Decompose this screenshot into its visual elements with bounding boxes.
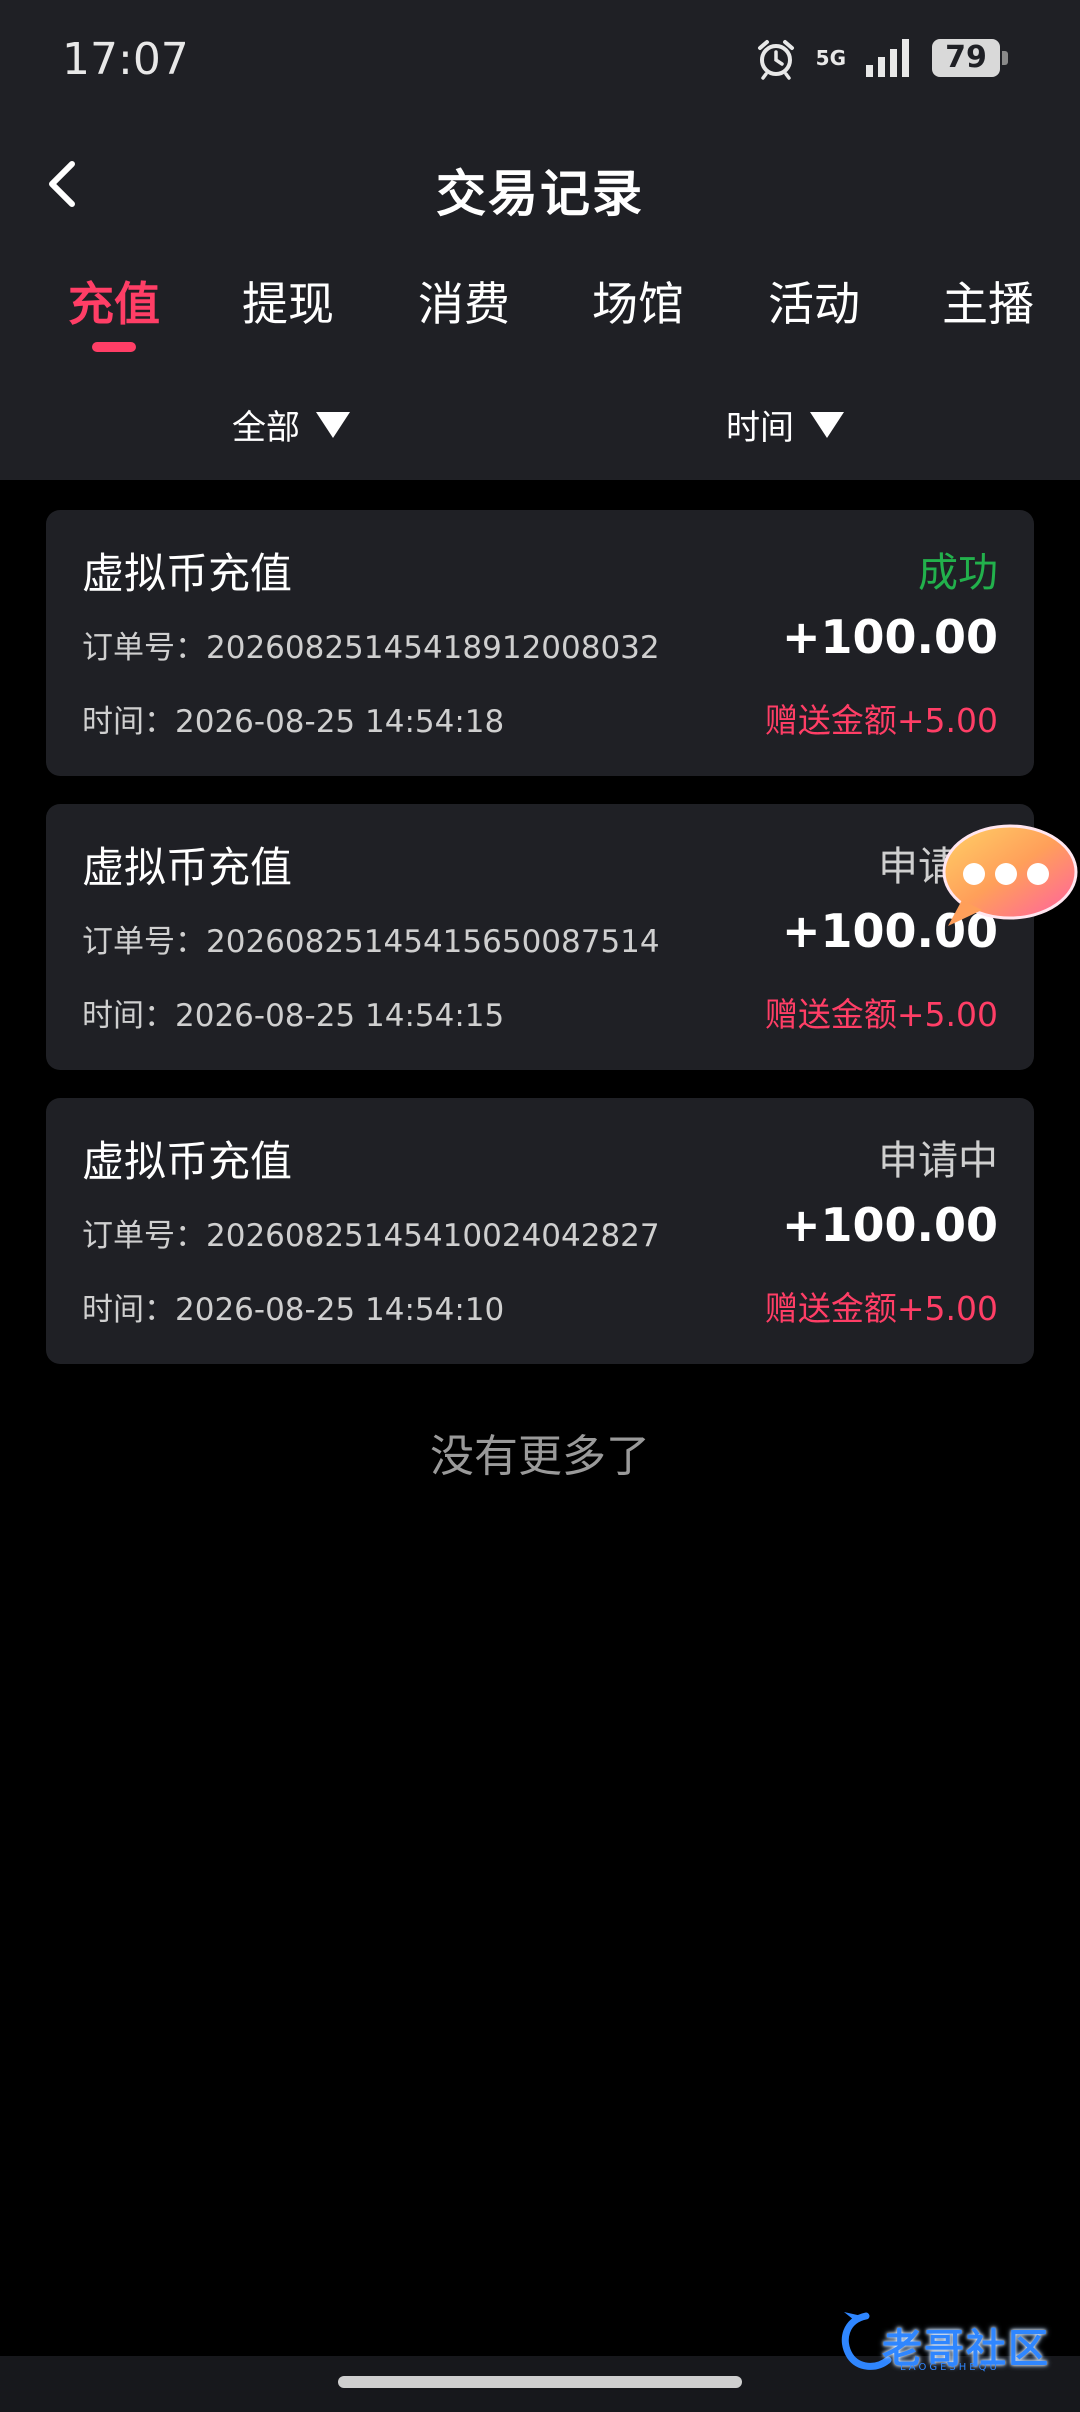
order-number: 20260825145410024042827 (206, 1218, 660, 1254)
filter-bar: 全部 时间 (0, 400, 1080, 460)
tab-recharge[interactable]: 充值 (68, 268, 160, 334)
order-number: 20260825145418912008032 (206, 630, 660, 666)
tab-consumption[interactable]: 消费 (418, 268, 510, 334)
tab-bar: 充值 提现 消费 场馆 活动 主播 (0, 268, 1080, 358)
record-card[interactable]: 虚拟币充值 成功 订单号：20260825145418912008032 +10… (46, 510, 1034, 776)
dropdown-triangle-icon (316, 411, 350, 438)
record-type: 虚拟币充值 (82, 1137, 293, 1186)
time-label: 时间： (82, 998, 175, 1034)
time-filter-label: 时间 (726, 408, 794, 448)
category-filter-label: 全部 (232, 408, 300, 448)
page-title: 交易记录 (436, 165, 644, 223)
record-order: 订单号：20260825145410024042827 (82, 1210, 660, 1255)
battery-icon: 79 (932, 39, 1008, 77)
order-label: 订单号： (82, 924, 206, 960)
record-bonus: 赠送金额+5.00 (764, 701, 998, 740)
watermark-subtext: LAOGESHEQU (900, 2362, 1000, 2373)
order-number: 20260825145415650087514 (206, 924, 660, 960)
record-time: 时间：2026-08-25 14:54:18 (82, 696, 504, 741)
record-card[interactable]: 虚拟币充值 申请中 订单号：20260825145415650087514 +1… (46, 804, 1034, 1070)
tab-withdraw[interactable]: 提现 (242, 268, 334, 334)
active-tab-indicator (92, 342, 136, 352)
tab-anchor[interactable]: 主播 (942, 268, 1034, 334)
record-bonus: 赠送金额+5.00 (764, 995, 998, 1034)
time-value: 2026-08-25 14:54:10 (175, 1292, 505, 1328)
record-type: 虚拟币充值 (82, 843, 293, 892)
record-bonus: 赠送金额+5.00 (764, 1289, 998, 1328)
signal-icon (866, 39, 909, 77)
tab-activity[interactable]: 活动 (768, 268, 860, 334)
status-bar: 17:07 5G 79 (0, 0, 1080, 124)
time-value: 2026-08-25 14:54:18 (175, 704, 505, 740)
network-type: 5G (815, 46, 846, 70)
record-status: 申请中 (878, 1138, 998, 1184)
record-order: 订单号：20260825145415650087514 (82, 916, 660, 961)
record-time: 时间：2026-08-25 14:54:10 (82, 1284, 504, 1329)
nav-bar: 交易记录 (0, 140, 1080, 230)
time-value: 2026-08-25 14:54:15 (175, 998, 505, 1034)
time-label: 时间： (82, 1292, 175, 1328)
watermark-logo: 老哥社区 LAOGESHEQU (836, 2310, 1066, 2380)
record-amount: +100.00 (781, 1198, 998, 1252)
record-amount: +100.00 (781, 610, 998, 664)
time-label: 时间： (82, 704, 175, 740)
tab-venue[interactable]: 场馆 (592, 268, 684, 334)
order-label: 订单号： (82, 630, 206, 666)
record-time: 时间：2026-08-25 14:54:15 (82, 990, 504, 1035)
order-label: 订单号： (82, 1218, 206, 1254)
alarm-icon (757, 40, 794, 80)
dropdown-triangle-icon (810, 411, 844, 438)
record-order: 订单号：20260825145418912008032 (82, 622, 660, 667)
status-time: 17:07 (62, 34, 189, 85)
record-card[interactable]: 虚拟币充值 申请中 订单号：20260825145410024042827 +1… (46, 1098, 1034, 1364)
record-status: 成功 (918, 550, 998, 596)
home-indicator[interactable] (338, 2376, 742, 2388)
chat-bubble-icon[interactable] (934, 820, 1080, 930)
no-more-text: 没有更多了 (430, 1431, 650, 1482)
record-type: 虚拟币充值 (82, 549, 293, 598)
status-icons: 5G 79 (754, 36, 1008, 80)
time-filter[interactable]: 时间 (726, 400, 844, 449)
category-filter[interactable]: 全部 (232, 400, 350, 449)
